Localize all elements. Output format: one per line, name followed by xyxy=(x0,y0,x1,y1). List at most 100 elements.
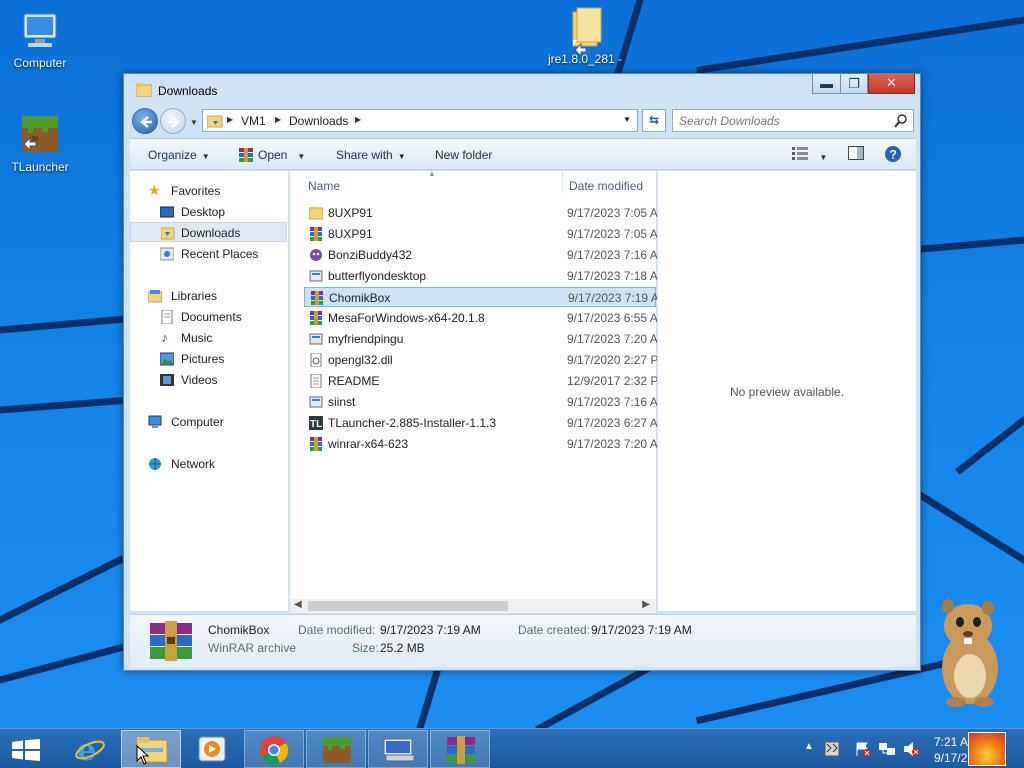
system-clock[interactable]: 7:21 A 9/17/2 xyxy=(934,734,968,766)
action-center-flag-icon[interactable] xyxy=(855,741,871,768)
forward-button[interactable] xyxy=(160,108,186,134)
file-date-modified: 9/17/2023 6:55 A xyxy=(567,311,658,325)
column-header-date-modified[interactable]: Date modified xyxy=(568,171,656,197)
file-list[interactable]: Name ▲ Date modified 8UXP91 9/17/2023 7:0… xyxy=(290,169,659,611)
nav-network[interactable]: Network xyxy=(130,454,287,474)
folder-icon xyxy=(308,206,324,220)
taskbar-keyboard-app[interactable] xyxy=(368,730,428,768)
file-row[interactable]: winrar-x64-623 9/17/2023 7:20 A xyxy=(304,434,658,454)
nav-computer[interactable]: Computer xyxy=(130,412,287,432)
nav-videos[interactable]: Videos xyxy=(130,370,287,390)
share-with-button[interactable]: Share with ▼ xyxy=(336,148,406,162)
installer-icon xyxy=(309,395,323,409)
internet-explorer-icon: e xyxy=(75,734,105,764)
preview-message: No preview available. xyxy=(729,385,845,399)
back-button[interactable] xyxy=(132,108,158,134)
open-button[interactable]: Open ▼ xyxy=(238,148,305,162)
taskbar-tlauncher[interactable] xyxy=(306,730,366,768)
downloads-folder-icon xyxy=(161,227,175,240)
file-row[interactable]: README 12/9/2017 2:32 P xyxy=(304,371,659,391)
taskbar-internet-explorer[interactable]: e xyxy=(60,730,120,768)
window-title: Downloads xyxy=(158,84,218,98)
nav-label: Recent Places xyxy=(181,247,259,261)
refresh-button[interactable]: ⇆ xyxy=(642,109,666,132)
nav-downloads[interactable]: Downloads xyxy=(130,222,287,242)
winrar-archive-icon xyxy=(309,437,323,451)
taskbar-media-player[interactable] xyxy=(182,730,242,768)
title-bar[interactable]: Downloads ▬ ❐ ✕ xyxy=(124,74,920,106)
file-row[interactable]: 8UXP91 9/17/2023 7:05 A xyxy=(304,224,658,244)
keyboard-icon xyxy=(383,738,415,762)
details-date-created-label: Date created: xyxy=(518,623,591,637)
details-date-modified-label: Date modified: xyxy=(298,623,376,637)
nav-label: Computer xyxy=(171,415,224,429)
file-row[interactable]: 8UXP91 9/17/2023 7:05 A xyxy=(304,203,658,223)
scroll-right-icon[interactable]: ▶ xyxy=(642,599,650,610)
computer-icon xyxy=(148,415,162,428)
new-folder-button[interactable]: New folder xyxy=(435,148,492,162)
user-tile-sunflower-image[interactable] xyxy=(968,732,1006,766)
file-row[interactable]: BonziBuddy432 9/17/2023 7:16 A xyxy=(304,245,658,265)
file-row[interactable]: MesaForWindows-x64-20.1.8 9/17/2023 6:55 … xyxy=(304,308,658,328)
file-row[interactable]: butterflyondesktop 9/17/2023 7:18 A xyxy=(304,266,658,286)
scroll-thumb[interactable] xyxy=(308,601,508,611)
maximize-button[interactable]: ❐ xyxy=(840,74,868,94)
help-button[interactable]: ? xyxy=(884,145,902,166)
start-button[interactable] xyxy=(12,739,40,764)
clock-date: 9/17/2 xyxy=(934,751,968,765)
breadcrumb-separator-icon[interactable]: ▶ xyxy=(275,115,281,124)
file-date-modified: 12/9/2017 2:32 P xyxy=(567,374,659,388)
search-input[interactable] xyxy=(679,113,879,129)
breadcrumb-vm1[interactable]: VM1 xyxy=(241,114,266,128)
nav-label: Videos xyxy=(181,373,218,387)
taskbar-chrome[interactable] xyxy=(244,730,304,768)
hamster-desktop-pet[interactable] xyxy=(930,598,1010,710)
nav-music[interactable]: ♪ Music xyxy=(130,328,287,348)
column-divider[interactable] xyxy=(562,171,563,193)
search-box[interactable] xyxy=(672,109,914,132)
address-dropdown-icon[interactable]: ▼ xyxy=(623,115,631,124)
network-tray-icon[interactable] xyxy=(878,741,896,768)
desktop-icon-jre-folder[interactable]: jre1.8.0_281 - xyxy=(542,6,628,66)
breadcrumb-separator-icon[interactable]: ▶ xyxy=(227,115,233,124)
file-date-modified: 9/17/2023 6:27 A xyxy=(567,416,658,430)
nav-documents[interactable]: Documents xyxy=(130,307,287,327)
explorer-window[interactable]: Downloads ▬ ❐ ✕ ▼ ▶ VM1 ▶ Downloads ▶ ▼ … xyxy=(123,73,921,671)
nav-pictures[interactable]: Pictures xyxy=(130,349,287,369)
change-view-button[interactable]: ▼ xyxy=(792,146,827,163)
desktop-icon-tlauncher[interactable]: TLauncher xyxy=(0,114,80,174)
music-icon: ♪ xyxy=(161,329,168,345)
close-button[interactable]: ✕ xyxy=(868,74,915,94)
recent-pages-dropdown-icon[interactable]: ▼ xyxy=(190,118,198,127)
preview-pane-button[interactable] xyxy=(848,146,864,163)
file-row[interactable]: opengl32.dll 9/17/2020 2:27 P xyxy=(304,350,659,370)
taskbar-winrar[interactable] xyxy=(430,730,490,768)
breadcrumb-downloads[interactable]: Downloads xyxy=(289,114,348,128)
breadcrumb-separator-icon[interactable]: ▶ xyxy=(355,115,361,124)
file-row[interactable]: myfriendpingu 9/17/2023 7:20 A xyxy=(304,329,658,349)
nav-favorites[interactable]: ★ Favorites xyxy=(130,181,287,201)
file-row[interactable]: siinst 9/17/2023 7:16 A xyxy=(304,392,658,412)
desktop-icon-computer[interactable]: Computer xyxy=(0,10,80,70)
file-row[interactable]: ChomikBox 9/17/2023 7:19 A xyxy=(304,287,659,307)
scroll-left-icon[interactable]: ◀ xyxy=(294,599,302,610)
address-bar[interactable]: ▶ VM1 ▶ Downloads ▶ ▼ xyxy=(202,109,638,132)
tray-app-icon[interactable] xyxy=(824,741,840,768)
nav-label: Documents xyxy=(181,310,242,324)
show-hidden-icons-button[interactable]: ▲ xyxy=(804,741,814,768)
organize-button[interactable]: Organize ▼ xyxy=(148,148,210,162)
column-header-name[interactable]: Name ▲ xyxy=(290,169,562,197)
file-name: 8UXP91 xyxy=(328,206,373,220)
libraries-icon xyxy=(148,290,162,303)
file-date-modified: 9/17/2020 2:27 P xyxy=(567,353,659,367)
nav-libraries[interactable]: Libraries xyxy=(130,286,287,306)
taskbar-file-explorer[interactable] xyxy=(121,730,181,768)
file-row[interactable]: TL TLauncher-2.885-Installer-1.1.3 9/17/20… xyxy=(304,413,658,433)
nav-desktop[interactable]: Desktop xyxy=(130,202,287,222)
volume-muted-icon[interactable] xyxy=(903,741,921,768)
minimize-button[interactable]: ▬ xyxy=(812,74,840,94)
horizontal-scrollbar[interactable]: ◀ ▶ xyxy=(290,599,656,613)
nav-recent-places[interactable]: Recent Places xyxy=(130,244,287,264)
details-size-label: Size: xyxy=(352,641,379,655)
search-icon[interactable] xyxy=(894,114,908,128)
